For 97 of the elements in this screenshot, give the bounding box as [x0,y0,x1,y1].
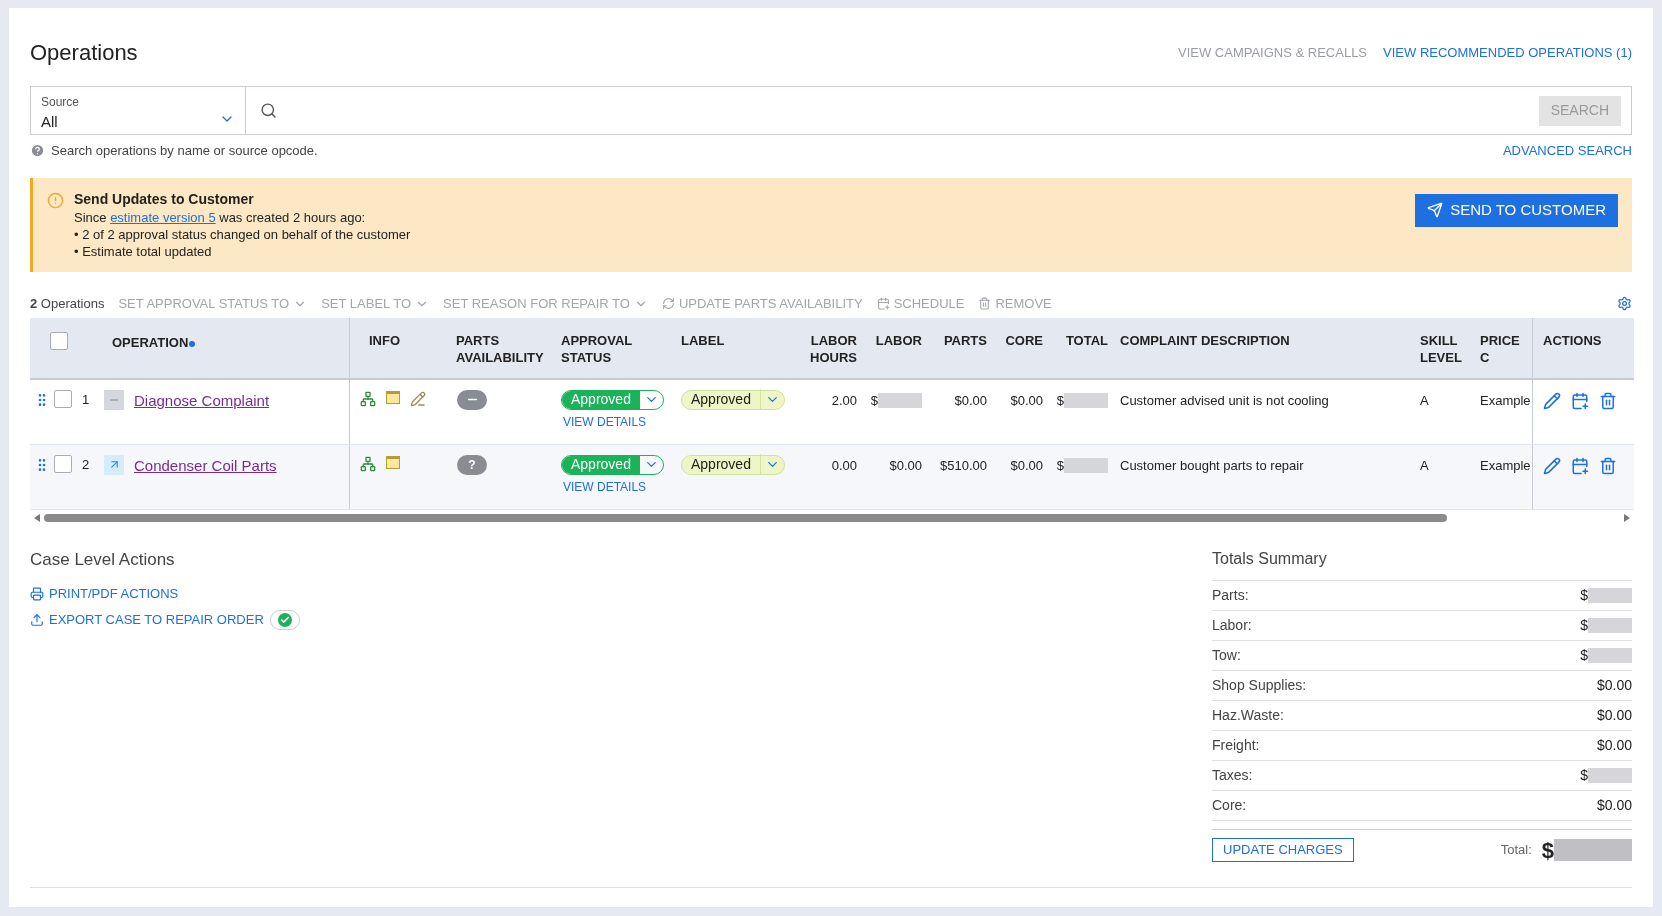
delete-icon[interactable] [1599,391,1617,410]
summary-label: Core: [1212,795,1247,815]
money-value: $ [1056,391,1064,410]
money-value: $0.00 [889,456,922,475]
money-value: $0.00 [1596,795,1632,815]
column-header[interactable]: OPERATION [112,331,196,352]
operations-count: 2 Operations [30,294,105,313]
note-icon[interactable] [386,455,400,469]
view-details-link[interactable]: VIEW DETAILS [561,477,647,496]
money-value: $ [1580,765,1588,785]
note-icon[interactable] [386,390,400,404]
column-header[interactable]: SKILL LEVEL [1420,331,1474,366]
send-button[interactable]: SEND TO CUSTOMER [1415,193,1618,227]
money-value: $0.00 [954,391,987,410]
banner-bullet: • 2 of 2 approval status changed on behalf of the customer [74,225,411,243]
column-header[interactable]: TOTAL [1055,331,1108,349]
total-label: Total: [1500,841,1532,860]
header-link[interactable]: VIEW RECOMMENDED OPERATIONS (1) [1383,42,1632,63]
price-cell: Example [1480,457,1531,473]
row-checkbox[interactable] [54,454,72,473]
money-value: $0.00 [1596,705,1632,725]
column-header[interactable]: COMPLAINT DESCRIPTION [1120,331,1414,349]
pencil-icon[interactable] [410,390,426,407]
money-value: $ [870,391,878,410]
upload-icon [30,612,44,627]
case-action-link[interactable]: EXPORT CASE TO REPAIR ORDER [30,609,264,630]
skill-cell: A [1420,392,1429,408]
complaint-cell: Customer bought parts to repair [1120,457,1304,473]
labor-hours-cell: 0.00 [831,457,857,473]
edit-icon[interactable] [1543,391,1561,410]
label-dropdown[interactable]: Approved [681,454,785,475]
column-header[interactable]: APPROVAL STATUS [561,331,675,366]
edit-icon[interactable] [1543,456,1561,475]
select-all-checkbox[interactable] [50,331,68,350]
column-header[interactable]: LABOR HOURS [801,331,857,366]
summary-label: Shop Supplies: [1212,675,1307,695]
money-value: $ [1580,645,1588,665]
money-value: $ [1580,585,1588,605]
refresh-icon [661,297,675,310]
calendar-icon [876,297,890,310]
banner-bullet: • Estimate total updated [74,242,213,260]
complaint-cell: Customer advised unit is not cooling [1120,392,1329,408]
delete-icon[interactable] [1599,456,1617,475]
calendar-icon[interactable] [1571,456,1589,475]
section-title: Totals Summary [1212,546,1632,581]
view-details-link[interactable]: VIEW DETAILS [561,412,647,431]
labor-hours-cell: 2.00 [831,392,857,408]
hierarchy-icon[interactable] [360,390,376,407]
hierarchy-icon[interactable] [360,455,376,472]
banner-message: Since estimate version 5 was created 2 hours ago: [74,208,367,226]
operation-link[interactable]: Condenser Coil Parts [134,454,277,477]
price-cell: Example [1480,392,1531,408]
money-value: $ [1541,836,1554,865]
column-header[interactable]: PRICE C [1480,331,1532,366]
advanced-search-link[interactable]: ADVANCED SEARCH [1502,141,1632,161]
column-header[interactable]: CORE [999,331,1043,349]
section-title: Case Level Actions [30,548,176,571]
money-value: $0.00 [1596,675,1632,695]
help-icon [30,143,45,159]
summary-label: Freight: [1212,735,1260,755]
money-value: $0.00 [1010,456,1043,475]
page-title: Operations [30,39,138,67]
availability-pill: ? [457,454,487,475]
update-charges-button[interactable]: UPDATE CHARGES [1212,838,1354,862]
column-header[interactable]: ACTIONS [1543,331,1634,349]
case-action-link[interactable]: PRINT/PDF ACTIONS [30,584,179,604]
summary-label: Haz.Waste: [1212,705,1284,725]
warning-icon [47,191,64,209]
money-value: $510.00 [940,456,987,475]
money-value: $0.00 [1596,735,1632,755]
column-header[interactable]: LABEL [681,331,795,349]
row-number: 1 [82,390,91,409]
row-checkbox[interactable] [54,389,72,408]
summary-label: Tow: [1212,645,1241,665]
printer-icon [30,586,44,601]
money-value: $0.00 [1010,391,1043,410]
estimate-link[interactable]: estimate version 5 [110,209,216,225]
banner-title: Send Updates to Customer [74,190,255,208]
operation-link[interactable]: Diagnose Complaint [134,389,270,412]
column-header[interactable]: PARTS AVAILABILITY [456,331,555,366]
settings-icon[interactable] [1617,296,1632,311]
summary-label: Parts: [1212,585,1249,605]
help-text: Search operations by name or source opcode. [51,142,318,160]
trash-icon [978,297,992,310]
summary-label: Taxes: [1212,765,1253,785]
label-dropdown[interactable]: Approved [681,389,785,410]
dash-icon [104,389,124,410]
money-value: $ [1056,456,1064,475]
summary-label: Labor: [1212,615,1252,635]
calendar-icon[interactable] [1571,391,1589,410]
skill-cell: A [1420,457,1429,473]
column-header[interactable]: INFO [369,331,450,349]
column-header[interactable]: LABOR [869,331,922,349]
send-icon [1427,202,1444,218]
money-value: $ [1580,615,1588,635]
column-header[interactable]: PARTS [934,331,987,349]
row-number: 2 [82,455,91,474]
